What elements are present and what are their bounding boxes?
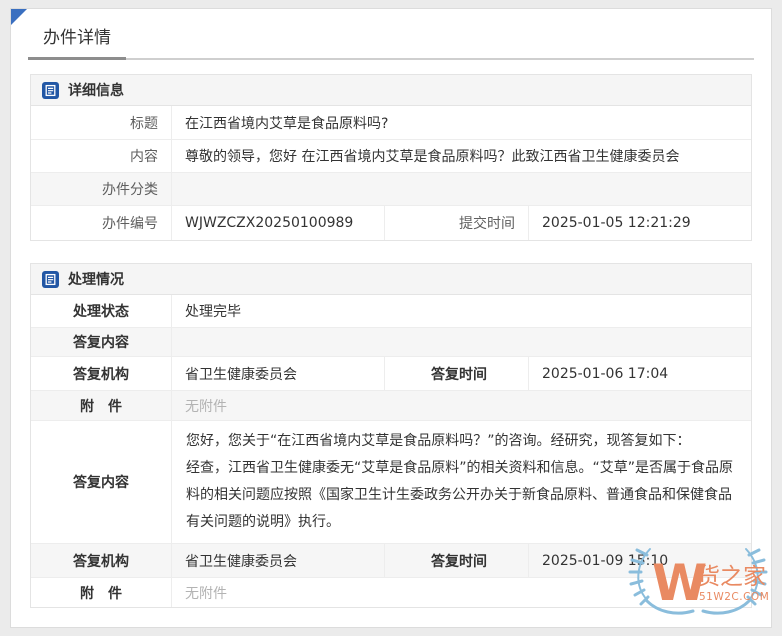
section-detail-info: 详细信息 标题 在江西省境内艾草是食品原料吗? 内容 尊敬的领导，您好 在江西省… — [30, 74, 752, 241]
section-title: 处理情况 — [68, 269, 124, 289]
attachment-value: 无附件 — [171, 391, 751, 420]
detail-info-header: 详细信息 — [31, 75, 751, 106]
row-label: 答复机构 — [31, 357, 171, 390]
page-title: 办件详情 — [43, 27, 754, 50]
process-status-value: 处理完毕 — [171, 295, 751, 327]
table-row: 内容 尊敬的领导，您好 在江西省境内艾草是食品原料吗？此致江西省卫生健康委员会 — [31, 139, 751, 172]
row-label: 答复机构 — [31, 544, 171, 577]
row-label: 办件编号 — [31, 206, 171, 240]
row-label: 标题 — [31, 106, 171, 139]
table-row: 附 件 无附件 — [31, 577, 751, 607]
table-row: 办件分类 — [31, 172, 751, 205]
reply-content-empty — [171, 328, 751, 356]
page-title-block: 办件详情 — [28, 9, 754, 60]
table-row: 答复内容 — [31, 327, 751, 356]
table-row: 答复机构 省卫生健康委员会 答复时间 2025-01-06 17:04 — [31, 356, 751, 390]
case-detail-card: 办件详情 详细信息 标题 在江西省境内艾草是食品原料吗? 内容 尊敬的领导，您好… — [10, 8, 772, 628]
document-icon — [42, 82, 59, 99]
table-row: 办件编号 WJWZCZX20250100989 提交时间 2025-01-05 … — [31, 205, 751, 240]
reply-org-value: 省卫生健康委员会 — [171, 357, 384, 390]
table-row: 答复机构 省卫生健康委员会 答复时间 2025-01-09 15:10 — [31, 543, 751, 577]
submit-time-value: 2025-01-05 12:21:29 — [528, 206, 751, 240]
table-row: 答复内容 您好，您关于“在江西省境内艾草是食品原料吗？”的咨询。经研究，现答复如… — [31, 420, 751, 543]
attachment-value: 无附件 — [171, 578, 751, 607]
row-label: 内容 — [31, 140, 171, 172]
process-status-header: 处理情况 — [31, 264, 751, 295]
table-row: 处理状态 处理完毕 — [31, 295, 751, 327]
table-row: 附 件 无附件 — [31, 390, 751, 420]
row-label: 答复时间 — [384, 544, 528, 577]
document-icon — [42, 271, 59, 288]
reply-time-value: 2025-01-06 17:04 — [528, 357, 751, 390]
row-label: 提交时间 — [384, 206, 528, 240]
row-label: 办件分类 — [31, 173, 171, 205]
row-label: 答复内容 — [31, 421, 171, 543]
case-number-value: WJWZCZX20250100989 — [171, 206, 384, 240]
reply-content-line: 您好，您关于“在江西省境内艾草是食品原料吗？”的咨询。经研究，现答复如下： — [186, 428, 737, 455]
section-process-status: 处理情况 处理状态 处理完毕 答复内容 答复机构 省卫生健康委员会 答复时间 2… — [30, 263, 752, 608]
row-label: 附 件 — [31, 391, 171, 420]
reply-content-line: 经查，江西省卫生健康委无“艾草是食品原料”的相关资料和信息。“艾草”是否属于食品… — [186, 455, 737, 536]
row-label: 答复内容 — [31, 328, 171, 356]
row-label: 附 件 — [31, 578, 171, 607]
row-label: 答复时间 — [384, 357, 528, 390]
reply-content-value: 您好，您关于“在江西省境内艾草是食品原料吗？”的咨询。经研究，现答复如下： 经查… — [171, 421, 751, 543]
section-title: 详细信息 — [68, 80, 124, 100]
table-row: 标题 在江西省境内艾草是食品原料吗? — [31, 106, 751, 139]
reply-time-value: 2025-01-09 15:10 — [528, 544, 751, 577]
row-label: 处理状态 — [31, 295, 171, 327]
corner-accent — [11, 9, 27, 25]
case-title-value: 在江西省境内艾草是食品原料吗? — [171, 106, 751, 139]
case-content-value: 尊敬的领导，您好 在江西省境内艾草是食品原料吗？此致江西省卫生健康委员会 — [171, 140, 751, 172]
reply-org-value: 省卫生健康委员会 — [171, 544, 384, 577]
case-category-value — [171, 173, 751, 205]
